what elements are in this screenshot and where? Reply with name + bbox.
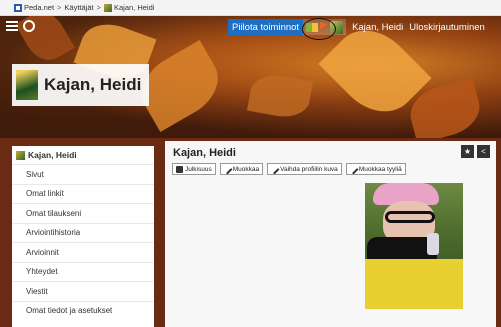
- sidebar-item-omat-tiedot[interactable]: Omat tiedot ja asetukset: [12, 300, 154, 321]
- sidebar-item-arviointihistoria[interactable]: Arviointihistoria: [12, 222, 154, 243]
- hamburger-menu-icon[interactable]: [6, 21, 18, 31]
- change-profile-picture-label: Vaihda profiilin kuva: [280, 165, 338, 173]
- user-name-link[interactable]: Kajan, Heidi: [352, 22, 403, 33]
- leaf-decoration: [246, 71, 314, 121]
- breadcrumb-separator: >: [96, 3, 101, 12]
- pencil-icon: [222, 164, 233, 174]
- edit-style-button[interactable]: Muokkaa tyyliä: [345, 163, 406, 175]
- share-icon[interactable]: <: [477, 145, 490, 158]
- publicity-button[interactable]: Julkisuus: [172, 163, 216, 175]
- breadcrumb-avatar: [104, 3, 112, 12]
- breadcrumb-separator: >: [57, 3, 62, 12]
- publicity-button-label: Julkisuus: [185, 165, 212, 173]
- star-icon[interactable]: ★: [461, 145, 474, 158]
- sidebar-item-omat-tilaukseni[interactable]: Omat tilaukseni: [12, 203, 154, 223]
- breadcrumb-site-link[interactable]: Peda.net: [24, 3, 54, 12]
- breadcrumb-section-link[interactable]: Käyttäjät: [64, 3, 93, 12]
- page-title: Kajan, Heidi: [173, 147, 236, 159]
- main-content: Kajan, Heidi ★ < Julkisuus Muokkaa Vaihd…: [165, 141, 496, 327]
- profile-photo: [365, 183, 463, 309]
- banner-avatar: [16, 70, 38, 100]
- banner-tools: [6, 20, 35, 32]
- breadcrumb-user-link[interactable]: Kajan, Heidi: [114, 3, 154, 12]
- hand-drawn-circle: [302, 18, 336, 40]
- action-buttons: Julkisuus Muokkaa Vaihda profiilin kuva …: [172, 163, 406, 175]
- change-profile-picture-button[interactable]: Vaihda profiilin kuva: [267, 163, 342, 175]
- profile-banner: Piilota toiminnot Kajan, Heidi Uloskirja…: [0, 16, 501, 138]
- pencil-icon: [348, 164, 359, 174]
- sidebar-item-sivut[interactable]: Sivut: [12, 164, 154, 184]
- user-toolbar: Piilota toiminnot Kajan, Heidi Uloskirja…: [228, 19, 485, 35]
- sidebar-item-viestit[interactable]: Viestit: [12, 281, 154, 301]
- page-actions: ★ <: [461, 145, 490, 158]
- sidebar-avatar: [16, 150, 25, 160]
- lock-icon: [176, 165, 183, 173]
- sidebar-header[interactable]: Kajan, Heidi: [12, 146, 154, 164]
- sidebar-item-omat-linkit[interactable]: Omat linkit: [12, 183, 154, 204]
- edit-button[interactable]: Muokkaa: [219, 163, 264, 175]
- breadcrumb: Peda.net > Käyttäjät > Kajan, Heidi: [0, 0, 501, 16]
- sidebar-item-arvioinnit[interactable]: Arvioinnit: [12, 242, 154, 262]
- hide-actions-button[interactable]: Piilota toiminnot: [228, 19, 304, 35]
- pencil-icon: [269, 164, 280, 174]
- edit-style-label: Muokkaa tyyliä: [358, 165, 402, 173]
- banner-title-box: Kajan, Heidi: [12, 64, 150, 106]
- sidebar-header-label: Kajan, Heidi: [28, 150, 77, 160]
- sidebar-item-yhteydet[interactable]: Yhteydet: [12, 261, 154, 282]
- search-icon[interactable]: [23, 20, 35, 32]
- peda-logo-icon: [14, 3, 22, 12]
- logout-link[interactable]: Uloskirjautuminen: [409, 22, 485, 33]
- banner-title: Kajan, Heidi: [44, 75, 142, 94]
- edit-button-label: Muokkaa: [232, 165, 260, 173]
- sidebar: Kajan, Heidi Sivut Omat linkit Omat tila…: [12, 146, 154, 327]
